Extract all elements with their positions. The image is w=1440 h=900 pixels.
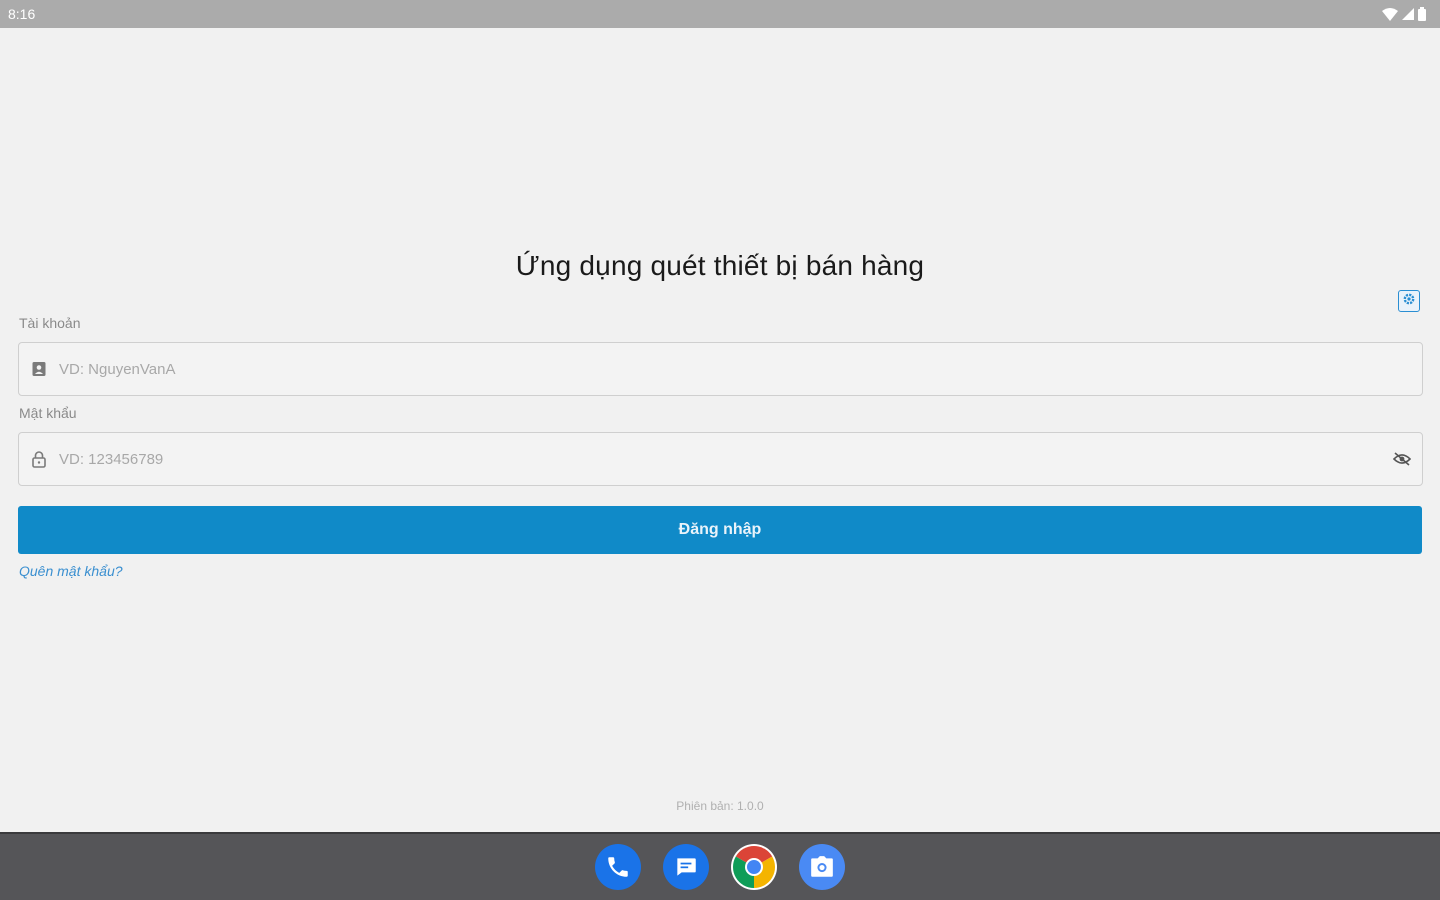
username-field [18, 342, 1423, 396]
camera-icon[interactable] [799, 844, 845, 890]
app-dock [0, 832, 1440, 900]
login-button[interactable]: Đăng nhập [18, 506, 1422, 554]
eye-off-icon[interactable] [1382, 432, 1422, 486]
forgot-password-link[interactable]: Quên mật khẩu? [19, 563, 123, 579]
version-text: Phiên bản: 1.0.0 [676, 799, 764, 813]
password-input[interactable] [59, 433, 1382, 485]
messages-icon[interactable] [663, 844, 709, 890]
lock-icon [19, 432, 59, 486]
phone-icon[interactable] [595, 844, 641, 890]
contact-card-icon [19, 342, 59, 396]
status-icons [1382, 7, 1426, 21]
battery-icon [1418, 7, 1426, 21]
settings-button[interactable] [1398, 290, 1420, 312]
settings-icon [1402, 292, 1416, 311]
page-title: Ứng dụng quét thiết bị bán hàng [515, 250, 925, 281]
password-field [18, 432, 1423, 486]
username-label: Tài khoản [19, 315, 81, 331]
status-bar: 8:16 [0, 0, 1440, 28]
username-input[interactable] [59, 343, 1422, 395]
chrome-icon[interactable] [731, 844, 777, 890]
signal-icon [1402, 8, 1414, 20]
status-time: 8:16 [8, 6, 36, 22]
password-label: Mật khẩu [19, 405, 77, 421]
wifi-icon [1382, 7, 1398, 21]
